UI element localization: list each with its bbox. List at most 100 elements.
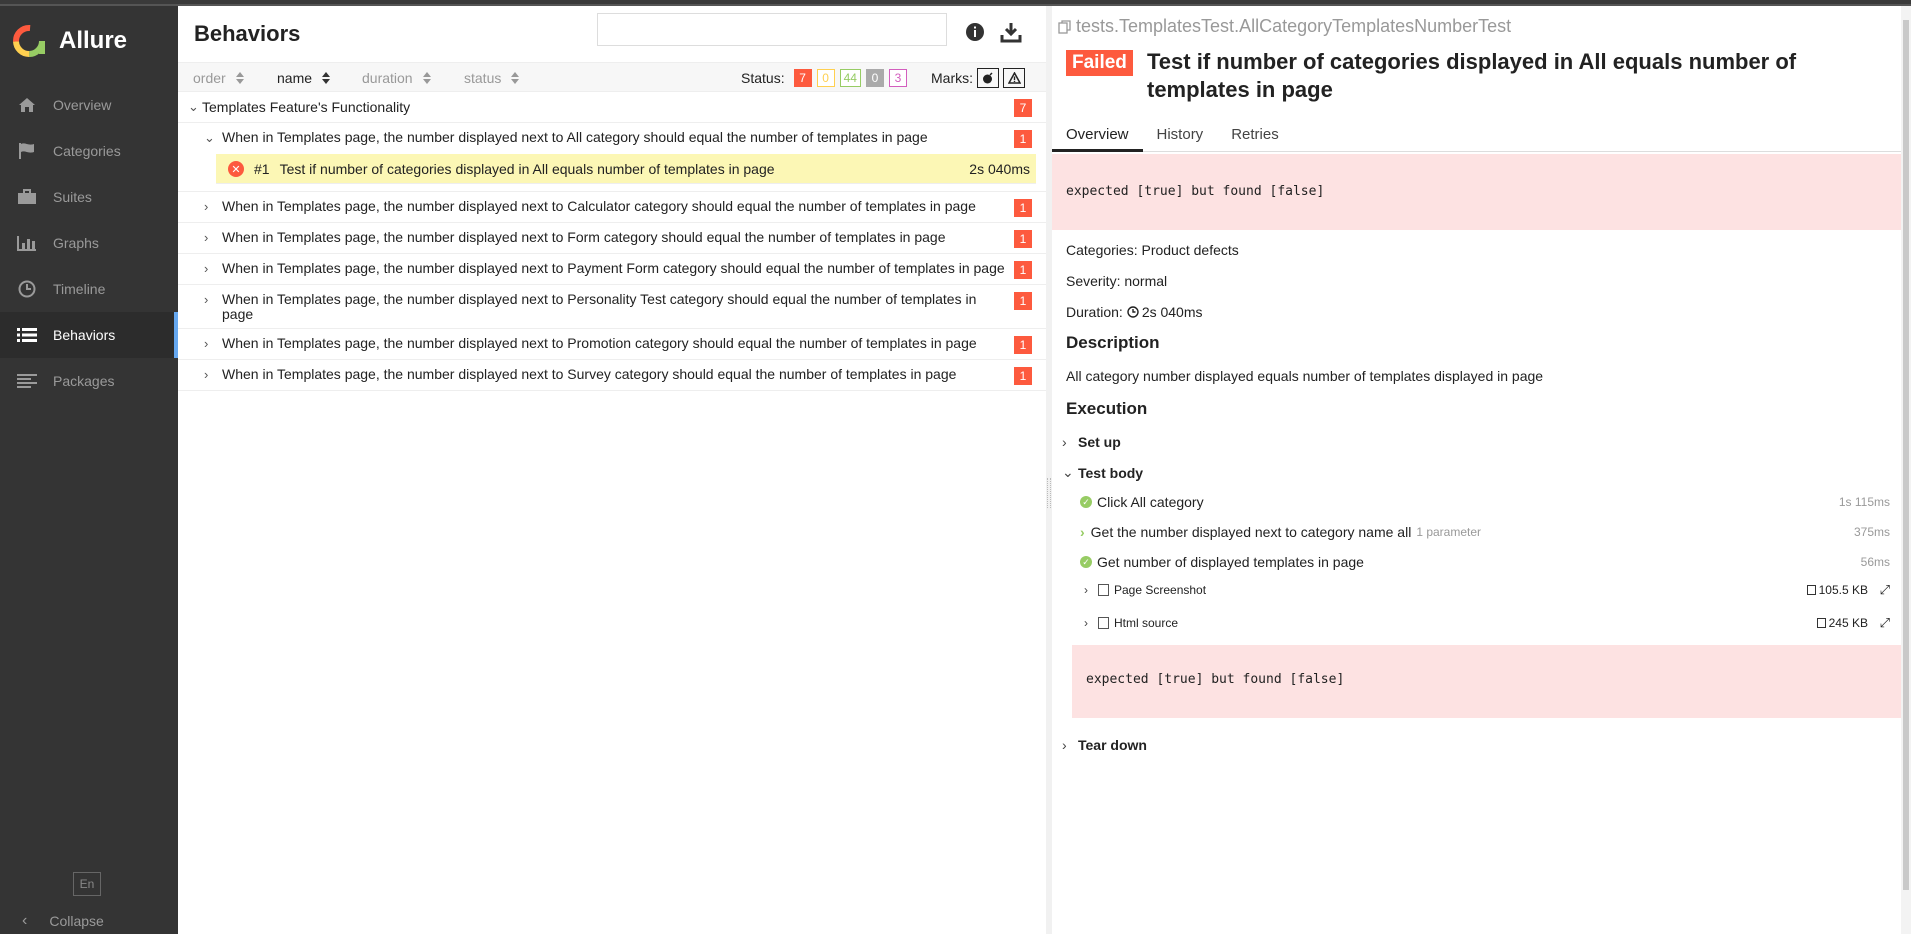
allure-logo-icon (13, 25, 45, 57)
attachment-size-text: 245 KB (1828, 616, 1868, 630)
story-row[interactable]: › When in Templates page, the number dis… (178, 254, 1046, 285)
story-count-badge: 1 (1014, 130, 1032, 148)
severity-info: Severity: normal (1066, 273, 1167, 289)
description-text: All category number displayed equals num… (1066, 368, 1544, 384)
chevron-right-icon: › (1084, 616, 1088, 630)
step-row[interactable]: ✓ Click All category 1s 115ms (1080, 490, 1890, 514)
teardown-label: Tear down (1078, 737, 1147, 753)
teardown-stage[interactable]: › Tear down (1062, 737, 1147, 753)
error-message: expected [true] but found [false] (1052, 154, 1901, 230)
test-path-text: tests.TemplatesTest.AllCategoryTemplates… (1076, 16, 1512, 36)
tab-overview[interactable]: Overview (1052, 118, 1143, 152)
sidebar-item-packages[interactable]: Packages (0, 358, 178, 404)
chevron-right-icon: › (1062, 434, 1067, 450)
home-icon (16, 94, 38, 116)
collapse-button[interactable]: ‹ Collapse (0, 908, 178, 934)
search-input[interactable] (597, 13, 947, 46)
chevron-right-icon: › (204, 336, 209, 351)
expand-icon[interactable]: ⤢ (1880, 615, 1890, 631)
language-toggle[interactable]: En (73, 872, 101, 896)
status-label: Status: (741, 70, 785, 86)
story-row[interactable]: › When in Templates page, the number dis… (178, 285, 1046, 329)
sort-order[interactable]: order (193, 70, 244, 86)
step-label: Get the number displayed next to categor… (1090, 524, 1412, 540)
info-icon[interactable] (963, 20, 987, 44)
step-row[interactable]: ✓ Get number of displayed templates in p… (1080, 550, 1890, 574)
story-label: When in Templates page, the number displ… (222, 335, 977, 351)
detail-scrollbar[interactable] (1901, 6, 1911, 934)
step-error-message: expected [true] but found [false] (1072, 645, 1901, 718)
sort-duration[interactable]: duration (362, 70, 431, 86)
passed-check-icon: ✓ (1080, 556, 1092, 568)
test-row[interactable]: ✕ #1 Test if number of categories displa… (216, 154, 1036, 184)
chevron-right-icon: › (204, 199, 209, 214)
story-count-badge: 1 (1014, 230, 1032, 248)
story-label: When in Templates page, the number displ… (222, 366, 957, 382)
story-label: When in Templates page, the number displ… (222, 291, 977, 322)
attachment-row[interactable]: › Page Screenshot 105.5 KB ⤢ (1084, 579, 1894, 601)
chevron-down-icon: ⌄ (1062, 464, 1074, 480)
sidebar-item-label: Graphs (53, 235, 99, 251)
chevron-right-icon: › (204, 261, 209, 276)
brand[interactable]: Allure (0, 6, 178, 76)
story-row[interactable]: › When in Templates page, the number dis… (178, 360, 1046, 391)
sidebar-item-label: Behaviors (53, 327, 116, 343)
attachment-row[interactable]: › Html source 245 KB ⤢ (1084, 612, 1894, 634)
detail-tabs: Overview History Retries (1052, 118, 1901, 152)
sidebar-item-timeline[interactable]: Timeline (0, 266, 178, 312)
test-detail-pane: tests.TemplatesTest.AllCategoryTemplates… (1052, 6, 1901, 934)
briefcase-icon (16, 186, 38, 208)
warning-mark-icon[interactable] (1003, 68, 1025, 88)
download-icon[interactable] (999, 20, 1023, 44)
story-row[interactable]: ⌄ When in Templates page, the number dis… (178, 123, 1046, 154)
status-filter: Status: 7 0 44 0 3 (741, 69, 907, 87)
tab-history[interactable]: History (1143, 118, 1218, 152)
copy-icon[interactable] (1058, 19, 1072, 34)
attachment-size-text: 105.5 KB (1818, 583, 1868, 597)
splitter-grip-icon[interactable] (1047, 478, 1051, 508)
test-title: Test if number of categories displayed i… (1147, 49, 1797, 102)
story-row[interactable]: › When in Templates page, the number dis… (178, 329, 1046, 360)
status-passed-badge[interactable]: 44 (839, 69, 861, 87)
sort-status[interactable]: status (464, 70, 520, 86)
sidebar-item-overview[interactable]: Overview (0, 82, 178, 128)
story-label: When in Templates page, the number displ… (222, 198, 976, 214)
row-spacer (178, 184, 1046, 192)
sidebar-item-categories[interactable]: Categories (0, 128, 178, 174)
setup-stage[interactable]: › Set up (1062, 434, 1121, 450)
test-body-stage[interactable]: ⌄ Test body (1062, 464, 1143, 481)
story-label: When in Templates page, the number displ… (222, 129, 928, 145)
sidebar-nav: Overview Categories Suites Graphs Timeli… (0, 82, 178, 404)
chevron-right-icon: › (1062, 737, 1067, 753)
tab-retries[interactable]: Retries (1217, 118, 1293, 152)
scrollbar-thumb[interactable] (1903, 20, 1909, 890)
sidebar: Allure Overview Categories Suites Graphs… (0, 6, 178, 934)
test-label: Test if number of categories displayed i… (279, 161, 775, 177)
tree-group-row[interactable]: ⌄ Templates Feature's Functionality 7 (178, 92, 1046, 123)
status-unknown-badge[interactable]: 3 (888, 69, 907, 87)
sort-name[interactable]: name (277, 70, 331, 86)
flaky-mark-icon[interactable] (977, 68, 999, 88)
step-row[interactable]: › Get the number displayed next to categ… (1080, 520, 1890, 544)
sidebar-item-suites[interactable]: Suites (0, 174, 178, 220)
test-path: tests.TemplatesTest.AllCategoryTemplates… (1058, 16, 1511, 37)
story-count-badge: 1 (1014, 292, 1032, 310)
categories-value[interactable]: Product defects (1141, 242, 1238, 258)
sidebar-item-label: Packages (53, 373, 115, 389)
clock-icon (16, 278, 38, 300)
chevron-right-icon: › (204, 292, 209, 307)
status-broken-badge[interactable]: 0 (816, 69, 835, 87)
sidebar-item-label: Overview (53, 97, 112, 113)
categories-info: Categories: Product defects (1066, 242, 1239, 258)
story-row[interactable]: › When in Templates page, the number dis… (178, 192, 1046, 223)
sidebar-item-behaviors[interactable]: Behaviors (0, 312, 178, 358)
story-label: When in Templates page, the number displ… (222, 260, 1005, 276)
sidebar-item-graphs[interactable]: Graphs (0, 220, 178, 266)
severity-label: Severity: (1066, 273, 1121, 289)
attachment-size: 105.5 KB (1806, 583, 1868, 597)
status-failed-badge[interactable]: 7 (793, 69, 812, 87)
story-row[interactable]: › When in Templates page, the number dis… (178, 223, 1046, 254)
status-skipped-badge[interactable]: 0 (865, 69, 884, 87)
sort-arrows-icon (511, 72, 520, 84)
expand-icon[interactable]: ⤢ (1880, 582, 1890, 598)
